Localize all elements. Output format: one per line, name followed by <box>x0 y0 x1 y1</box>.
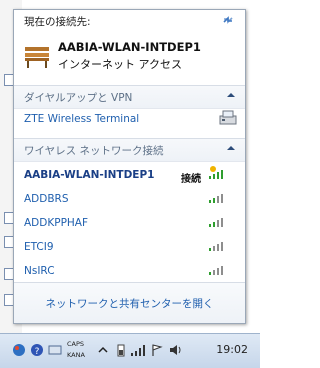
collapse-chevron-icon[interactable] <box>227 145 235 151</box>
network-flyout: 現在の接続先: AABIA-WLAN-INTDEP1 インターネット アクセス … <box>13 9 246 324</box>
network-item-etci9[interactable]: ETCI9 <box>24 241 54 253</box>
battery-icon[interactable] <box>114 343 128 357</box>
section-wireless[interactable]: ワイヤレス ネットワーク接続 <box>14 138 245 162</box>
network-item-aabia[interactable]: AABIA-WLAN-INTDEP1 <box>24 169 154 181</box>
modem-icon <box>219 110 237 125</box>
taskbar-clock[interactable]: 19:02 <box>216 343 248 356</box>
volume-icon[interactable] <box>168 343 182 357</box>
svg-text:?: ? <box>35 347 40 357</box>
wifi-signal-icon <box>209 218 223 227</box>
wifi-signal-icon <box>209 242 223 251</box>
wifi-signal-icon <box>209 266 223 275</box>
connected-network-name: AABIA-WLAN-INTDEP1 <box>58 40 201 54</box>
network-tray-icon[interactable] <box>130 343 146 357</box>
section-wireless-title: ワイヤレス ネットワーク接続 <box>24 145 164 157</box>
action-center-flag-icon[interactable] <box>150 343 164 357</box>
network-item-addbrs[interactable]: ADDBRS <box>24 193 69 205</box>
ime-tool-icon[interactable] <box>48 343 62 357</box>
section-dialup-title: ダイヤルアップと VPN <box>24 92 133 104</box>
current-connection-label: 現在の接続先: <box>24 16 91 28</box>
open-network-center-link[interactable]: ネットワークと共有センターを開く <box>14 296 245 311</box>
network-item-addkpphaf[interactable]: ADDKPPHAF <box>24 217 88 229</box>
kana-indicator: KANA <box>67 351 85 359</box>
flyout-footer: ネットワークと共有センターを開く <box>14 282 245 323</box>
help-icon[interactable]: ? <box>30 343 44 357</box>
section-dialup-vpn[interactable]: ダイヤルアップと VPN <box>14 85 245 109</box>
dialup-item-zte[interactable]: ZTE Wireless Terminal <box>24 113 139 125</box>
network-status: 接続 <box>181 174 201 185</box>
caps-indicator: CAPS <box>67 340 85 348</box>
wifi-signal-icon <box>209 194 223 203</box>
collapse-chevron-icon[interactable] <box>227 92 235 98</box>
taskbar: ? CAPS KANA 19:02 <box>0 333 260 368</box>
connected-network-type: インターネット アクセス <box>58 58 182 71</box>
wifi-signal-icon <box>209 166 223 179</box>
network-item-nsirc[interactable]: NsIRC <box>24 265 55 277</box>
refresh-icon[interactable] <box>221 13 235 27</box>
ime-globe-icon[interactable] <box>12 343 26 357</box>
collapse-tray-icon[interactable] <box>96 343 110 357</box>
bench-icon <box>25 47 49 68</box>
